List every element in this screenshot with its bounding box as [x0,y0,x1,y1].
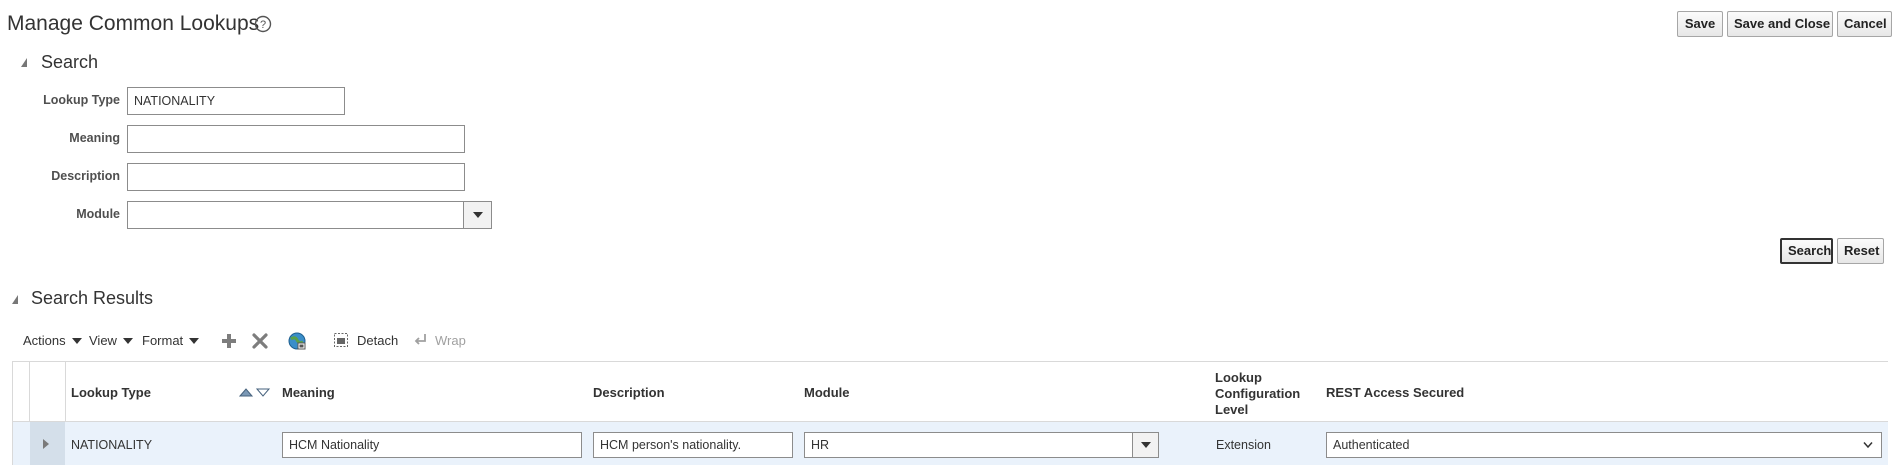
column-header-rest-access[interactable]: REST Access Secured [1326,385,1464,400]
actions-menu[interactable]: Actions [23,333,82,348]
search-button[interactable]: Search [1780,238,1833,264]
meaning-label: Meaning [69,131,120,145]
dropdown-icon[interactable] [463,202,491,228]
detach-button[interactable]: Detach [333,332,398,348]
results-section-title: Search Results [31,288,154,308]
sort-descending-icon[interactable] [255,388,271,397]
expand-row-icon[interactable] [42,439,50,449]
results-disclose-icon[interactable] [12,292,24,304]
cancel-button[interactable]: Cancel [1837,11,1892,37]
chevron-down-icon [189,337,200,344]
meaning-input[interactable] [127,125,465,153]
dropdown-icon[interactable] [1132,433,1158,457]
column-header-lookup-type[interactable]: Lookup Type [71,385,151,400]
config-level-line-3: Level [1215,402,1249,417]
module-select-value [128,208,134,222]
chevron-down-icon [71,337,82,344]
search-disclose-icon[interactable] [21,55,33,67]
chevron-down-icon [1863,442,1873,449]
wrap-label: Wrap [435,332,466,348]
row-module-value: HR [811,438,830,452]
wrap-button[interactable]: Wrap [413,332,466,348]
column-header-description[interactable]: Description [593,385,665,400]
row-rest-access-value: Authenticated [1333,438,1410,452]
chevron-down-icon [122,337,133,344]
column-header-module[interactable]: Module [804,385,850,400]
row-rest-access-select[interactable]: Authenticated [1326,432,1882,458]
format-menu-label: Format [142,333,184,348]
lookup-type-input[interactable] [127,87,345,115]
description-label: Description [51,169,120,183]
page-title: Manage Common Lookups [7,12,260,35]
delete-icon[interactable] [251,332,269,350]
svg-text:?: ? [260,19,266,31]
actions-menu-label: Actions [23,333,66,348]
row-description-input[interactable] [593,432,793,458]
add-icon[interactable] [220,332,238,350]
save-and-close-button[interactable]: Save and Close [1727,11,1833,37]
sort-ascending-icon[interactable] [239,388,254,397]
view-menu-label: View [89,333,117,348]
search-section-title: Search [41,52,99,72]
detach-label: Detach [357,332,399,348]
format-menu[interactable]: Format [142,333,200,348]
cell-lookup-type: NATIONALITY [71,438,153,452]
reset-button[interactable]: Reset [1837,238,1884,264]
column-header-config-level[interactable]: Lookup Configuration Level [1215,370,1300,418]
module-select[interactable] [127,201,492,229]
globe-icon[interactable] [287,331,307,351]
view-menu[interactable]: View [89,333,133,348]
sort-icons[interactable] [239,386,273,398]
module-label: Module [76,207,120,221]
detach-icon [334,333,348,347]
config-level-line-2: Configuration [1215,386,1301,401]
help-icon[interactable]: ? [254,15,272,33]
row-meaning-input[interactable] [282,432,582,458]
table-top-border [12,361,1888,362]
column-header-meaning[interactable]: Meaning [282,385,335,400]
row-module-select[interactable]: HR [804,432,1159,458]
cell-config-level: Extension [1216,438,1271,452]
wrap-icon [414,334,426,345]
config-level-line-1: Lookup [1215,370,1262,385]
description-input[interactable] [127,163,465,191]
save-button[interactable]: Save [1677,11,1723,37]
lookup-type-label: Lookup Type [43,93,120,107]
